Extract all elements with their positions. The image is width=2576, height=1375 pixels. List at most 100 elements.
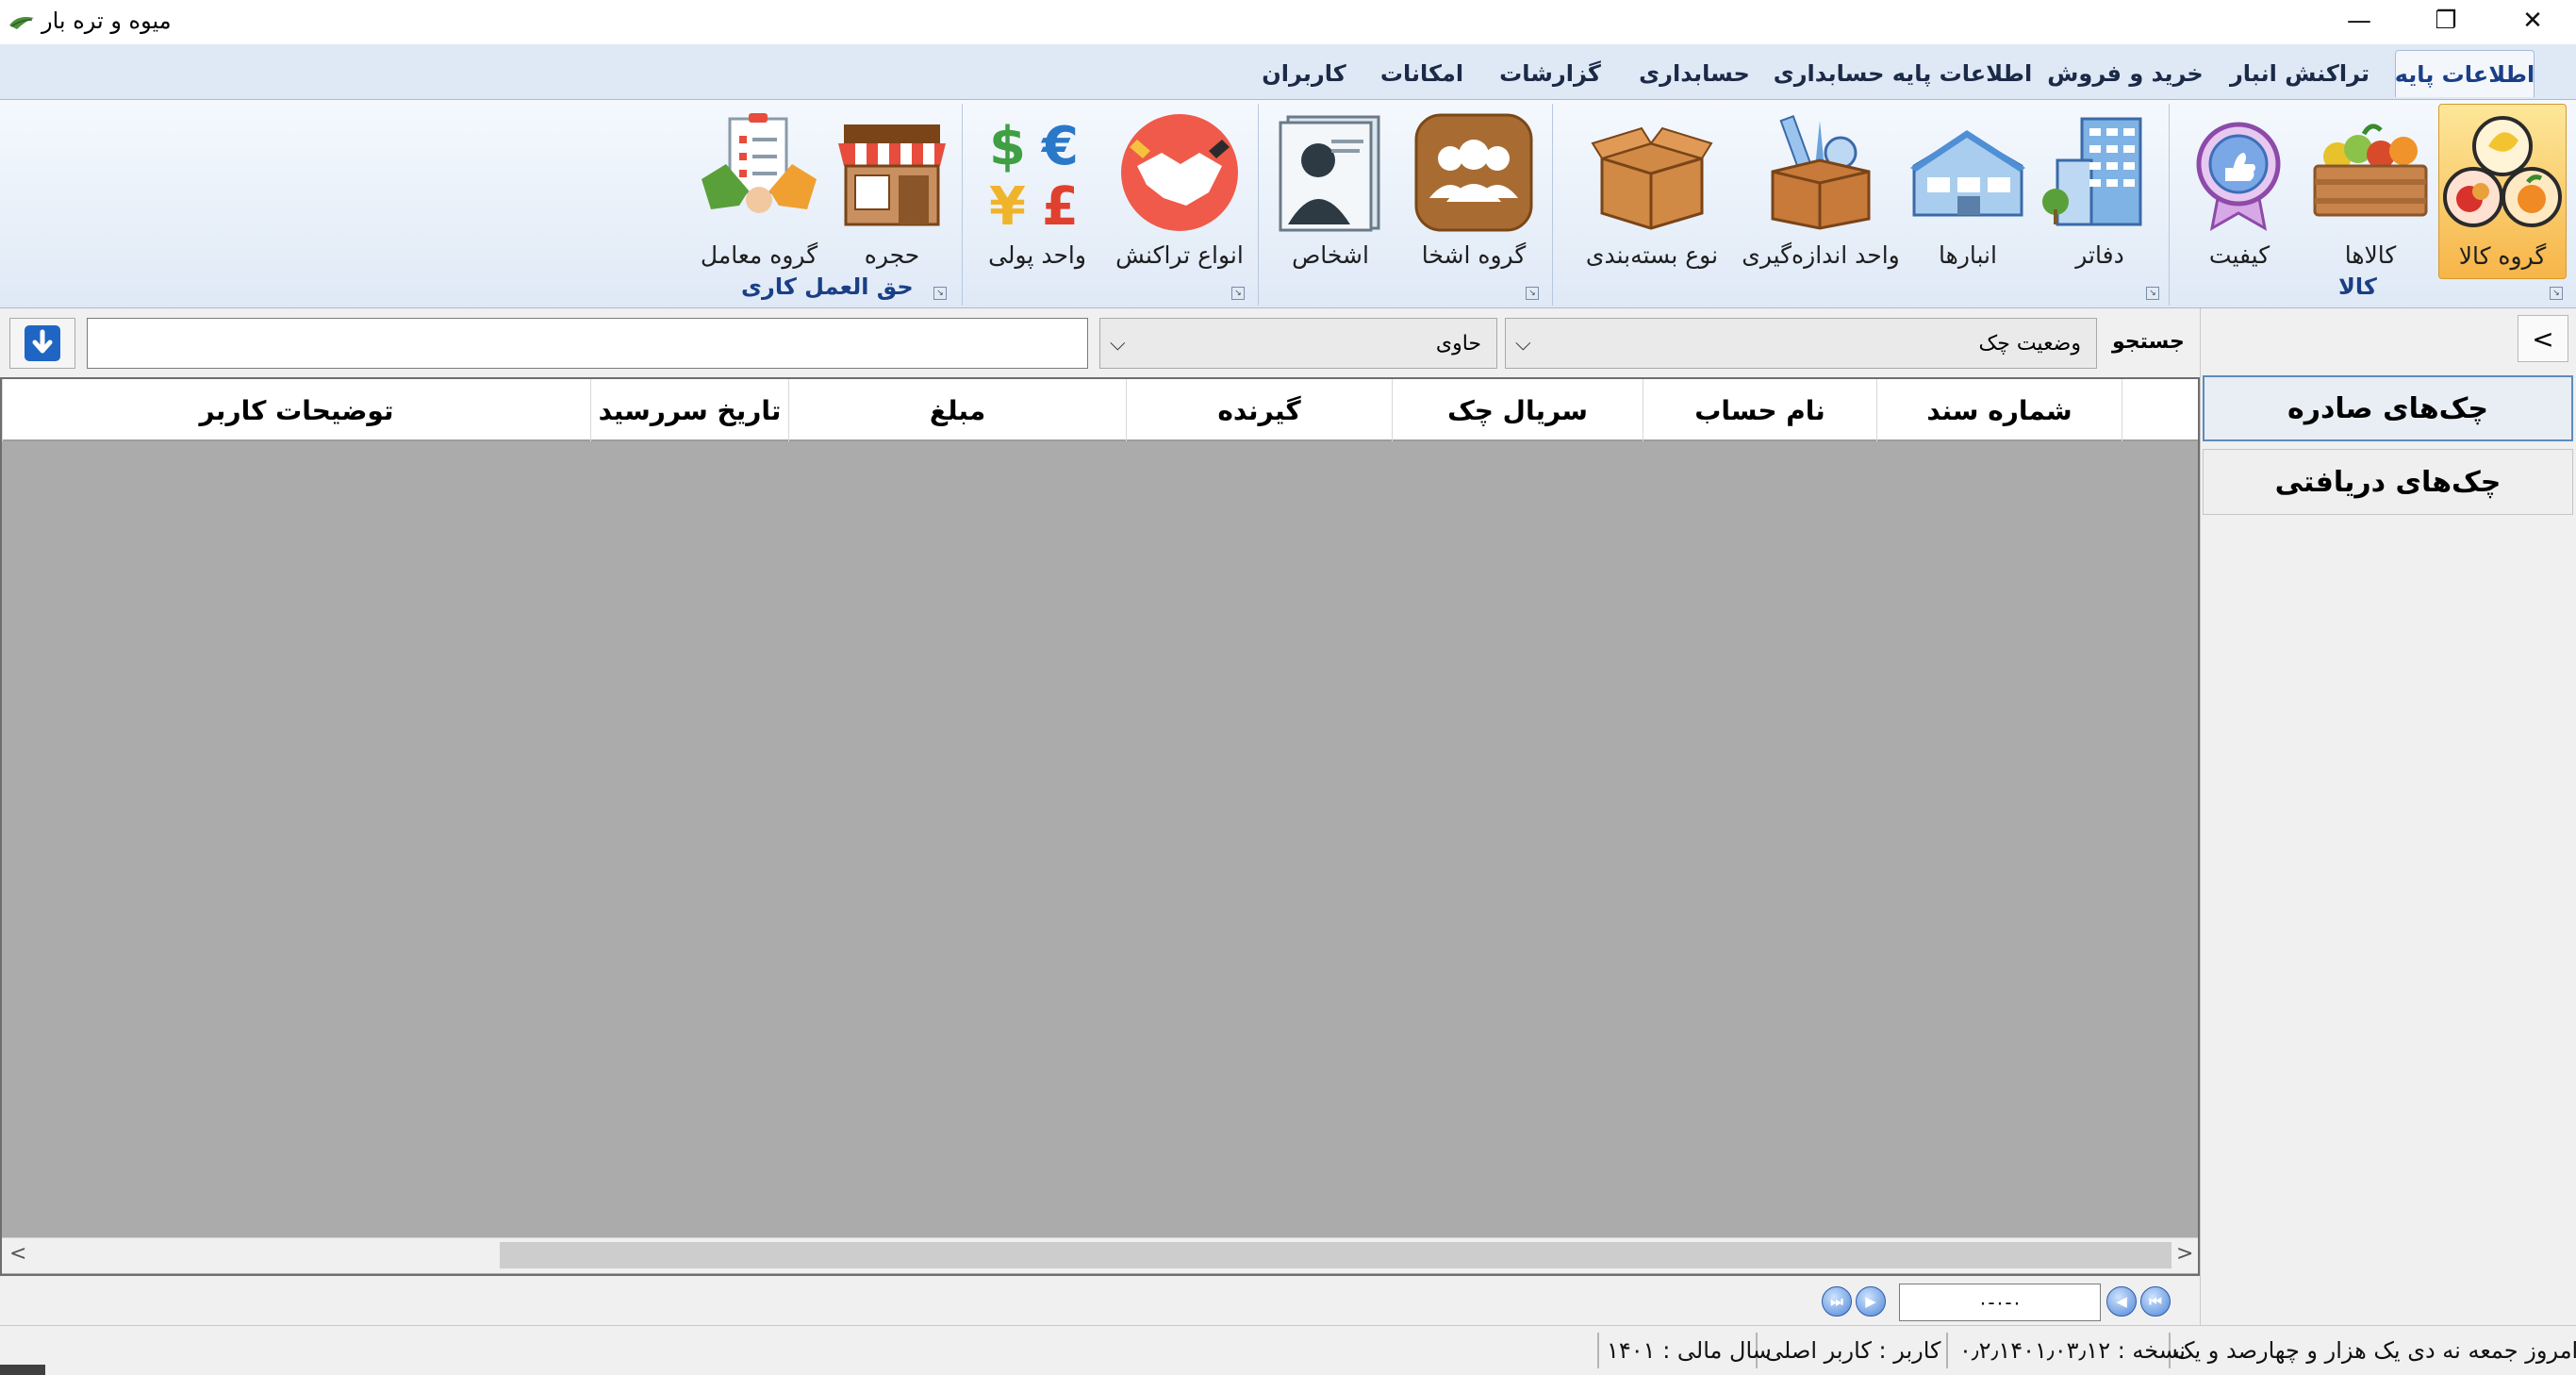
taskbar-edge [0,1365,45,1375]
ribbon-panel: گروه کالا کالاها کیفیت کالا ↘ دفاتر انبا… [0,99,2576,308]
search-label: جستجو [2112,330,2185,354]
package-box-icon [1591,126,1713,230]
status-date: امروز جمعه نه دی یک هزار و چهارصد و یک [2174,1337,2576,1364]
column-header-account-name[interactable]: نام حساب [1643,379,1876,441]
ribbon-button-label: انواع تراکنش [1115,241,1244,269]
scroll-right-icon[interactable]: > [2176,1242,2193,1266]
group-launcher[interactable]: ↘ [933,287,947,300]
close-button[interactable]: ✕ [2489,0,2576,41]
app-logo-icon [9,17,34,29]
column-header-document-number[interactable]: شماره سند [1876,379,2122,441]
tab-features[interactable]: امکانات [1367,50,1477,97]
column-header-payee[interactable]: گیرنده [1126,379,1392,441]
tab-users[interactable]: کاربران [1248,50,1360,97]
svg-text:€: € [1040,116,1079,177]
ribbon-button-label: دفاتر [2075,241,2124,269]
column-header-amount[interactable]: مبلغ [788,379,1126,441]
maximize-button[interactable]: ❐ [2403,0,2489,41]
ribbon-button-label: نوع بسته‌بندی [1585,241,1719,269]
grid-header-spacer [2122,379,2199,441]
chevron-down-icon: ⌵ [1515,332,1531,356]
people-group-icon [1414,113,1533,232]
ribbon-button-products[interactable]: کالاها [2306,104,2435,279]
column-header-user-notes[interactable]: توضیحات کاربر [2,379,590,441]
chevron-down-icon: ⌵ [1110,332,1126,356]
ribbon-button-packaging-type[interactable]: نوع بسته‌بندی [1567,104,1737,279]
ribbon-button-person-group[interactable]: گروه اشخا [1403,104,1544,279]
quality-badge-icon [2196,122,2281,231]
scrollbar-thumb[interactable] [500,1242,2171,1268]
ribbon-button-label: حجره [864,241,920,269]
previous-page-button[interactable]: ◀ [2106,1286,2137,1317]
person-card-icon [1279,115,1380,232]
status-separator [1946,1333,1948,1368]
fruit-group-icon [2443,116,2562,227]
shop-icon [838,124,946,226]
ribbon-button-booth[interactable]: حجره [828,104,956,279]
next-page-button[interactable]: ▶ [1856,1286,1886,1317]
window-title: میوه و تره بار [41,8,172,34]
group-separator [1552,104,1553,306]
scroll-left-icon[interactable]: < [9,1242,26,1266]
search-field-value: وضعیت چک [1978,331,2081,356]
search-input[interactable] [87,318,1088,369]
svg-text:¥: ¥ [989,176,1026,234]
tab-base-info[interactable]: اطلاعات پایه [2395,50,2535,97]
tab-accounting[interactable]: حسابداری [1624,50,1765,97]
ribbon-button-measure-unit[interactable]: واحد اندازه‌گیری [1742,104,1900,279]
group-launcher[interactable]: ↘ [1526,287,1539,300]
group-launcher[interactable]: ↘ [2146,287,2159,300]
last-page-button[interactable]: ⏭ [1822,1286,1852,1317]
search-field-dropdown[interactable]: وضعیت چک ⌵ [1505,318,2097,369]
currency-icon: $ € ¥ £ [989,116,1079,234]
ribbon-button-offices[interactable]: دفاتر [2037,104,2163,279]
side-item-issued-checks[interactable]: چک‌های صادره [2203,375,2573,441]
tab-accounting-base-info[interactable]: اطلاعات پایه حسابداری [1773,50,2033,97]
arrow-down-icon [25,325,60,361]
side-item-received-checks[interactable]: چک‌های دریافتی [2203,449,2573,515]
group-label-commission: حق العمل کاری [741,273,914,300]
horizontal-scrollbar[interactable]: < > [2,1237,2198,1273]
minimize-button[interactable]: — [2316,0,2403,41]
svg-text:$: $ [989,116,1026,177]
checks-grid[interactable]: شماره سند نام حساب سریال چک گیرنده مبلغ … [0,377,2200,1276]
ribbon-button-warehouses[interactable]: انبارها [1905,104,2031,279]
measure-box-icon [1771,115,1871,230]
search-operator-value: حاوی [1435,331,1481,356]
apply-filter-button[interactable] [9,318,75,369]
ribbon-button-label: کیفیت [2208,241,2271,269]
group-launcher[interactable]: ↘ [2550,287,2563,300]
fruit-crate-icon [2313,124,2428,217]
ribbon-button-label: کالاها [2344,241,2397,269]
collapse-panel-button[interactable]: < [2518,315,2568,362]
ribbon-button-quality[interactable]: کیفیت [2178,104,2301,279]
deal-icon [702,113,817,213]
group-launcher[interactable]: ↘ [1231,287,1245,300]
status-separator [1597,1333,1599,1368]
status-version: نسخه : ۰٫۲٫۱۴۰۱٫۰۳٫۱۲ [1959,1337,2186,1364]
page-number-input[interactable]: ۰-۰-۰ [1899,1284,2101,1321]
first-page-button[interactable]: ⏮ [2140,1286,2171,1317]
ribbon-button-currency-unit[interactable]: $ € ¥ £ واحد پولی [971,104,1103,279]
group-label-product: کالا [2338,273,2377,300]
ribbon-button-label: واحد پولی [988,241,1086,269]
ribbon-button-persons[interactable]: اشخاص [1263,104,1397,279]
column-header-due-date[interactable]: تاریخ سررسید [590,379,788,441]
ribbon-button-transaction-types[interactable]: انواع تراکنش [1109,104,1250,279]
tab-purchase-sales[interactable]: خرید و فروش [2042,50,2208,97]
ribbon-tab-bar: اطلاعات پایه تراکنش انبار خرید و فروش اط… [0,44,2576,99]
ribbon-button-deal-group[interactable]: گروه معامل [696,104,822,279]
tab-warehouse-transactions[interactable]: تراکنش انبار [2220,50,2380,97]
ribbon-button-label: گروه کالا [2458,242,2547,270]
group-separator [1258,104,1259,306]
ribbon-button-label: انبارها [1939,241,1997,269]
ribbon-button-product-group[interactable]: گروه کالا [2438,104,2567,279]
tab-reports[interactable]: گزارشات [1486,50,1614,97]
column-header-check-serial[interactable]: سریال چک [1392,379,1643,441]
ribbon-button-label: گروه معامل [700,241,818,269]
group-separator [962,104,963,306]
ribbon-button-label: گروه اشخا [1421,241,1527,269]
title-bar: میوه و تره بار — ❐ ✕ [0,0,2576,44]
search-operator-dropdown[interactable]: حاوی ⌵ [1099,318,1497,369]
status-fiscal-year: سال مالی : ۱۴۰۱ [1607,1337,1772,1364]
